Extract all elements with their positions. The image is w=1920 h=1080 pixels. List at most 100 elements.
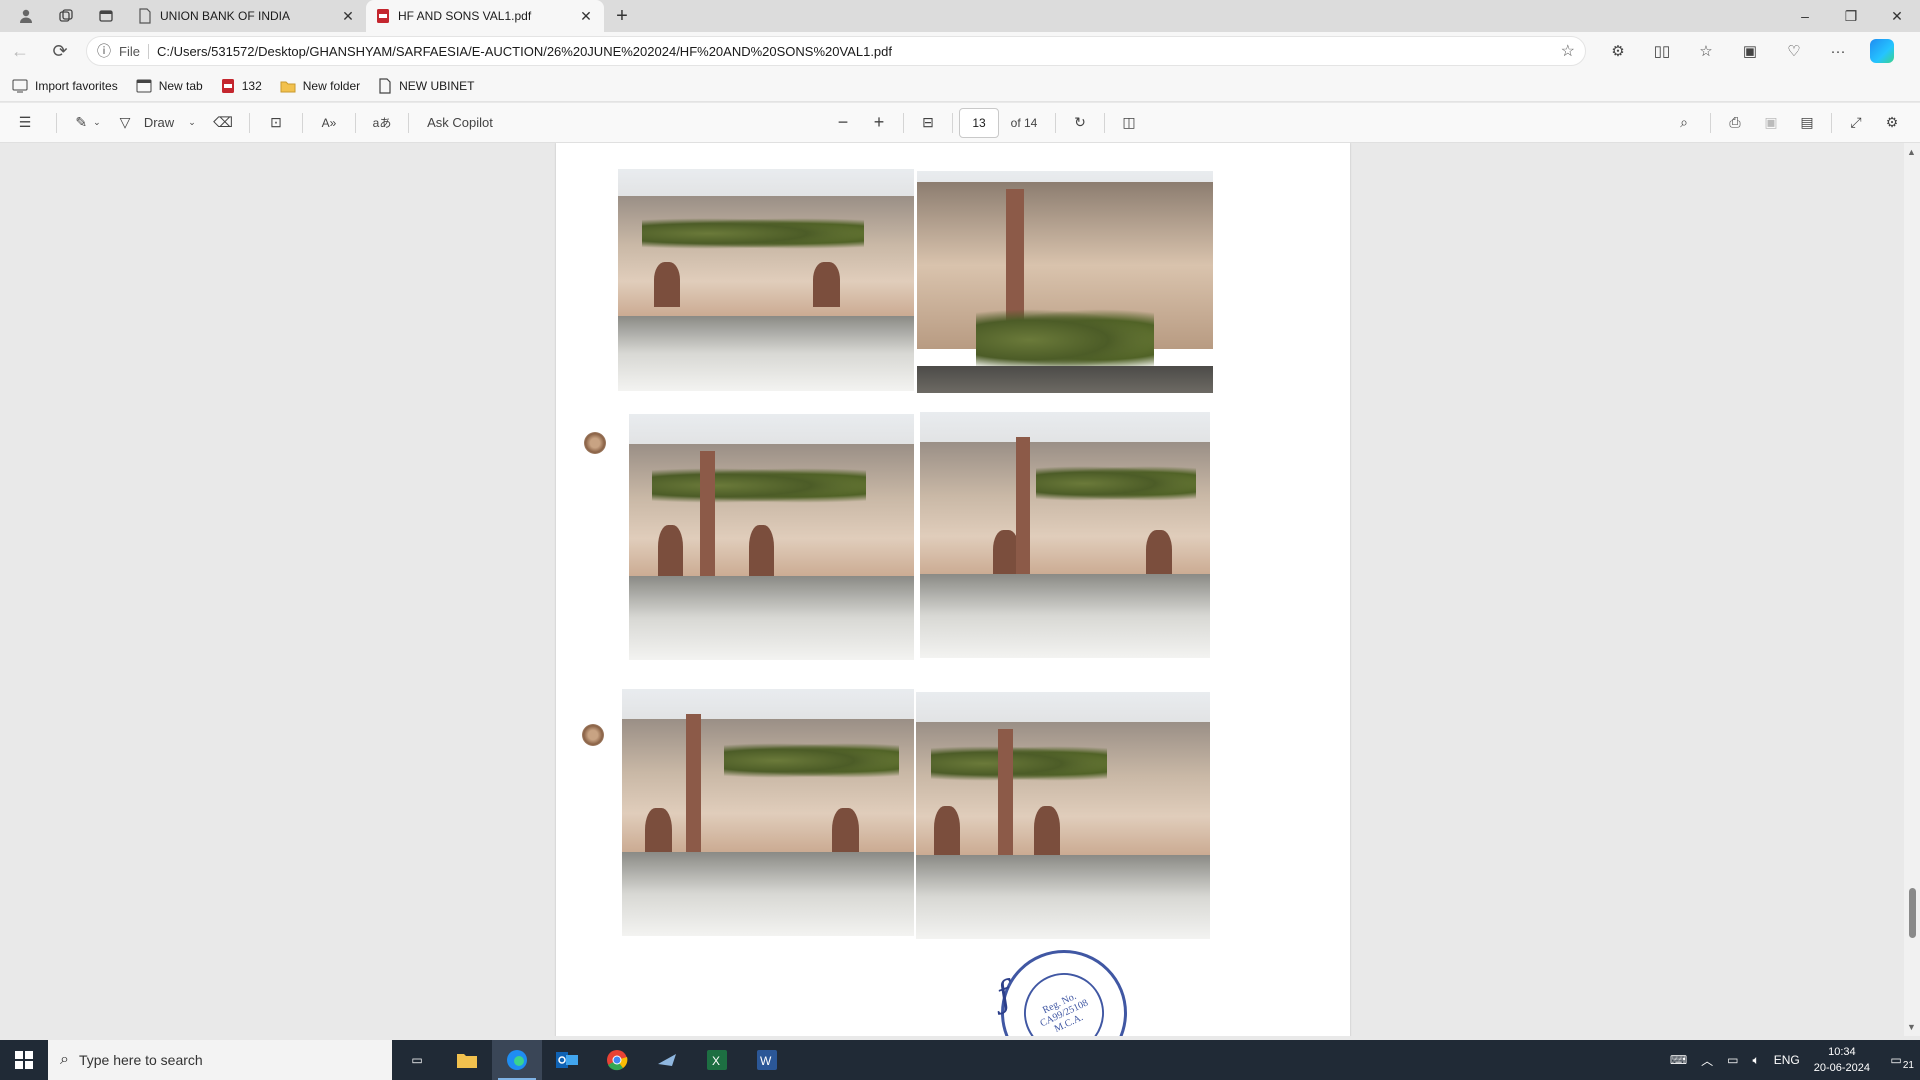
notifications-icon[interactable]: ▭ 21 [1884, 1053, 1914, 1071]
pdf-viewer[interactable]: Reg. No. CA99/25108 M.C.A. ƒ [0, 143, 1920, 1036]
divider [1831, 112, 1832, 133]
fav-import-favorites[interactable]: Import favorites [12, 79, 118, 93]
fit-page-icon[interactable]: ⊟ [910, 103, 946, 143]
restore-icon[interactable]: ❐ [1828, 0, 1874, 32]
address-bar[interactable]: ⓘ File C:/Users/531572/Desktop/GHANSHYAM… [86, 36, 1586, 66]
copilot-icon[interactable] [1860, 32, 1904, 70]
search-placeholder: Type here to search [78, 1052, 203, 1068]
divider [408, 112, 409, 133]
volume-icon[interactable]: 🔈︎ [1753, 1053, 1760, 1068]
taskbar-search-box[interactable]: ⌕ Type here to search [48, 1040, 392, 1080]
ask-copilot-button[interactable]: Ask Copilot [415, 103, 505, 143]
zoom-in-icon[interactable]: + [861, 103, 897, 143]
pdf-toolbar: ☰ ✎ ⌄ ▽ Draw ⌄ ⌫ ⊡ A» aあ Ask Copilot − +… [0, 103, 1920, 143]
extensions-icon[interactable]: ⚙ [1596, 32, 1640, 70]
vertical-scrollbar[interactable]: ▲ ▼ [1904, 143, 1920, 1036]
property-photo [917, 171, 1213, 393]
split-screen-icon[interactable]: ▯▯ [1640, 32, 1684, 70]
search-icon[interactable]: ⌕ [1664, 103, 1704, 143]
punch-hole-mark [584, 432, 606, 454]
scrollbar-thumb[interactable] [1909, 888, 1916, 938]
file-explorer-icon[interactable] [442, 1040, 492, 1080]
favorite-star-icon[interactable]: ☆ [1561, 41, 1575, 61]
fav-label: New tab [158, 78, 203, 93]
close-tab-icon[interactable]: ✕ [578, 8, 594, 25]
fav-new-ubinet[interactable]: NEW UBINET [378, 77, 474, 94]
excel-icon[interactable]: X [692, 1040, 742, 1080]
draw-pen-icon[interactable]: ▽ [113, 103, 137, 143]
close-tab-icon[interactable]: ✕ [340, 8, 356, 25]
print-icon[interactable]: ⎙ [1717, 103, 1753, 143]
clock[interactable]: 10:34 20-06-2024 [1814, 1044, 1870, 1076]
divider [355, 112, 356, 133]
task-view-icon[interactable]: ▭ [392, 1040, 442, 1080]
scroll-up-icon[interactable]: ▲ [1907, 147, 1916, 157]
keyboard-icon[interactable]: ⌨ [1670, 1053, 1687, 1067]
read-aloud-icon[interactable]: A» [309, 103, 349, 143]
taskbar: ⌕ Type here to search ▭ X W ⌨ ︿ ▭ 🔈︎ ENG… [0, 1040, 1920, 1080]
edge-icon[interactable] [492, 1040, 542, 1080]
rotate-icon[interactable]: ↻ [1062, 103, 1098, 143]
scroll-down-icon[interactable]: ▼ [1907, 1022, 1916, 1032]
page-total-label: of 14 [1010, 115, 1038, 130]
info-icon[interactable]: ⓘ [97, 41, 111, 61]
network-icon[interactable]: ▭ [1727, 1053, 1738, 1067]
pdf-page [556, 143, 1350, 1036]
zoom-out-icon[interactable]: − [825, 103, 861, 143]
more-options-icon[interactable]: ··· [1816, 32, 1860, 70]
contents-icon[interactable]: ☰ [0, 103, 50, 143]
divider [952, 112, 953, 133]
fav-new-tab[interactable]: New tab [136, 79, 203, 93]
profile-icon[interactable] [8, 0, 44, 32]
app-icon[interactable] [642, 1040, 692, 1080]
url-text[interactable]: C:/Users/531572/Desktop/GHANSHYAM/SARFAE… [157, 44, 1553, 59]
chrome-icon[interactable] [592, 1040, 642, 1080]
fav-132[interactable]: 132 [221, 78, 262, 94]
fav-label: New folder [302, 78, 361, 93]
divider [1710, 112, 1711, 133]
tab-actions-icon[interactable] [88, 0, 124, 32]
draw-button[interactable]: Draw [137, 103, 181, 143]
tab-union-bank[interactable]: UNION BANK OF INDIA ✕ [128, 0, 366, 32]
page-number-input[interactable]: 13 [959, 107, 999, 138]
minimize-icon[interactable]: – [1782, 0, 1828, 32]
word-icon[interactable]: W [742, 1040, 792, 1080]
add-text-icon[interactable]: ⊡ [256, 103, 296, 143]
new-tab-button[interactable]: + [604, 0, 640, 32]
back-icon[interactable]: ← [0, 32, 40, 70]
language-indicator[interactable]: ENG [1774, 1053, 1800, 1067]
highlight-icon[interactable]: ✎ ⌄ [63, 103, 113, 143]
title-bar: UNION BANK OF INDIA ✕ HF AND SONS VAL1.p… [0, 0, 1920, 32]
workspaces-icon[interactable] [48, 0, 84, 32]
translate-icon[interactable]: aあ [362, 103, 402, 143]
divider [249, 112, 250, 133]
punch-hole-mark [582, 724, 604, 746]
stamp-inner: Reg. No. CA99/25108 M.C.A. [1010, 959, 1118, 1036]
collections-icon[interactable]: ▣ [1728, 32, 1772, 70]
save-icon[interactable]: ▣ [1753, 103, 1789, 143]
refresh-icon[interactable]: ⟳ [40, 32, 80, 70]
favorites-icon[interactable]: ☆ [1684, 32, 1728, 70]
outlook-icon[interactable] [542, 1040, 592, 1080]
windows-start-icon[interactable] [0, 1040, 48, 1080]
show-hidden-icons-icon[interactable]: ︿ [1701, 1052, 1713, 1069]
notification-count: 21 [1902, 1060, 1914, 1071]
property-photo [916, 692, 1210, 939]
chevron-down-icon[interactable]: ⌄ [181, 103, 203, 143]
page-view-icon[interactable]: ◫ [1111, 103, 1147, 143]
browser-essentials-icon[interactable]: ♡ [1772, 32, 1816, 70]
tab-title: UNION BANK OF INDIA [160, 9, 291, 23]
search-icon: ⌕ [60, 1051, 69, 1068]
fav-new-folder[interactable]: New folder [280, 79, 360, 93]
page-icon [139, 8, 151, 24]
divider [302, 112, 303, 133]
clock-date: 20-06-2024 [1813, 1062, 1870, 1074]
fav-label: Import favorites [35, 78, 118, 93]
close-window-icon[interactable]: ✕ [1874, 0, 1920, 32]
fullscreen-icon[interactable]: ⤢ [1838, 103, 1874, 143]
eraser-icon[interactable]: ⌫ [203, 103, 243, 143]
save-as-icon[interactable]: ▤ [1789, 103, 1825, 143]
settings-icon[interactable]: ⚙ [1874, 103, 1910, 143]
divider [56, 112, 57, 133]
tab-hf-and-sons[interactable]: HF AND SONS VAL1.pdf ✕ [366, 0, 604, 32]
